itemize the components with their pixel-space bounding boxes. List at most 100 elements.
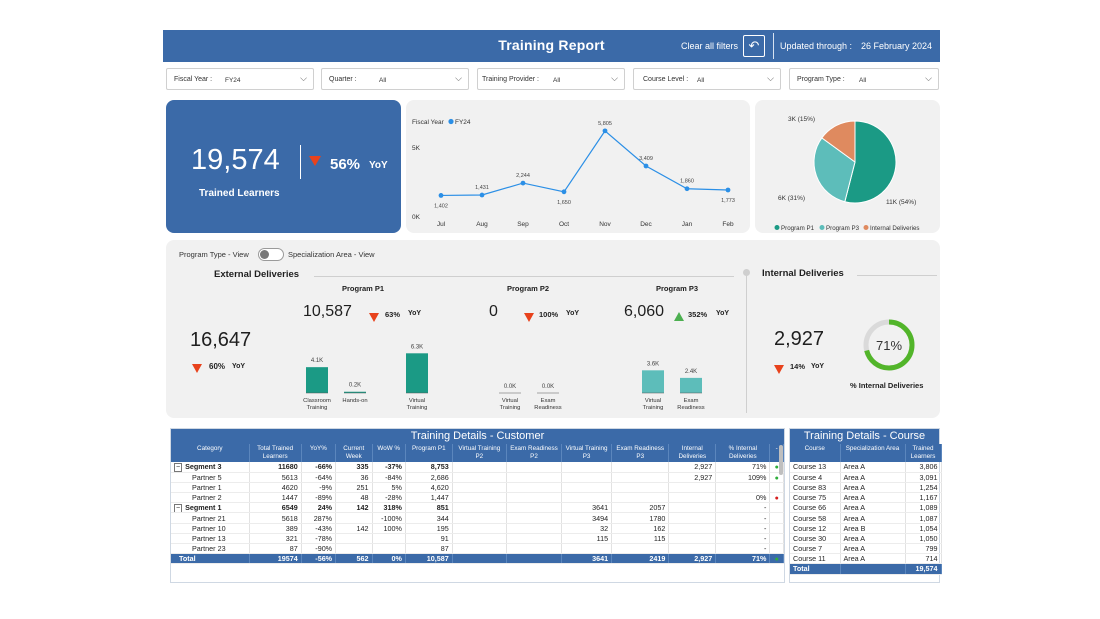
table-row[interactable]: Partner 5 5613 -64% 36 -84% 2,686 2,927 109% ● [171,472,784,483]
table-row[interactable]: Course 13 Area A 3,806 [790,462,942,473]
table-cell: Total [790,563,841,575]
table-cell: 4620 [249,482,302,494]
pie-label-internal: 3K (15%) [788,116,815,123]
table-cell: 1447 [249,492,302,504]
bar[interactable] [306,367,328,393]
pie-label-p3: 6K (31%) [778,195,805,202]
bar[interactable] [680,377,702,393]
table-cell: 87 [249,543,302,555]
legend-dot [448,118,454,125]
table-cell [668,543,717,555]
table-cell: 321 [249,533,302,545]
collapse-icon[interactable]: − [174,463,183,472]
table-cell [452,482,507,494]
table-cell: 87 [405,543,453,555]
updated-date: 26 February 2024 [861,41,933,51]
column-header[interactable]: YoY% [301,444,337,462]
collapse-icon[interactable]: − [174,504,183,512]
column-header[interactable]: Course [790,444,841,462]
table-row[interactable]: − Segment 3 11680 -66% 335 -37% 8,753 2,927 71% ● [171,462,784,473]
column-header[interactable]: WoW % [372,444,406,462]
column-header[interactable]: Virtual Training P2 [452,444,507,462]
table-row[interactable]: Partner 13 321 -78% 91 115 115 - [171,533,784,545]
kpi-value: 19,574 [191,144,280,176]
data-point[interactable] [438,193,444,198]
customer-details-table[interactable]: Training Details - Customer Category Tota… [170,428,785,583]
table-cell: 335 [335,462,373,473]
column-header[interactable]: Exam Readiness P2 [506,444,563,462]
bar[interactable] [406,353,428,393]
filter-training-provider[interactable]: Training Provider : All ⌵ [477,68,625,90]
column-header[interactable]: Category [171,444,250,462]
table-cell: - [715,523,771,534]
status-dot-green: ● [774,556,779,564]
table-row[interactable]: Course 4 Area A 3,091 [790,472,942,483]
column-header[interactable]: % Internal Deliveries [715,444,771,462]
column-header[interactable]: Exam Readiness P3 [611,444,670,462]
table-cell: 2,686 [405,472,453,483]
table-row[interactable]: Course 11 Area A 714 [790,553,942,565]
column-header[interactable]: Trained Learners [905,444,942,462]
internal-deliveries-title: Internal Deliveries [762,268,844,279]
table-row[interactable]: Course 58 Area A 1,087 [790,512,942,524]
updated-label: Updated through : [780,41,853,51]
filter-quarter[interactable]: Quarter : All ⌵ [321,68,469,90]
clear-filters-button[interactable]: Clear all filters [681,41,738,51]
table-cell [668,523,717,534]
filter-fiscal-year[interactable]: Fiscal Year : FY24 ⌵ [166,68,314,90]
table-total-row[interactable]: Total 19,574 [790,563,942,575]
table-cell [769,523,784,534]
table-cell: -100% [372,512,406,524]
table-cell: Area A [840,553,906,565]
table-row[interactable]: Course 7 Area A 799 [790,543,942,555]
table-row[interactable]: Course 66 Area A 1,089 [790,502,942,514]
filter-program-type[interactable]: Program Type : All ⌵ [789,68,939,90]
course-details-table[interactable]: Training Details - Course Course Speciali… [789,428,942,583]
table-row[interactable]: Partner 2 1447 -89% 48 -28% 1,447 0% ● [171,492,784,504]
table-row[interactable]: Partner 21 5618 287% -100% 344 3494 1780 - [171,512,784,524]
table-cell: 115 [611,533,670,545]
column-header[interactable]: Virtual Training P3 [561,444,613,462]
chevron-down-icon: ⌵ [455,73,462,83]
table-cell: 1,050 [905,533,942,545]
table-cell: 5613 [249,472,302,483]
row-label: Partner 21 [171,512,250,524]
bar[interactable] [642,370,664,393]
column-header[interactable]: Total Trained Learners [249,444,302,462]
data-point[interactable] [520,180,526,186]
data-point[interactable] [479,192,485,198]
column-header[interactable]: Specialization Area [840,444,906,462]
table-cell [561,543,613,555]
table-row[interactable]: Course 75 Area A 1,167 [790,492,942,504]
table-row[interactable]: Course 12 Area B 1,054 [790,523,942,534]
table-cell: Area A [840,462,906,473]
trend-down-icon [309,156,321,166]
data-point[interactable] [561,189,567,195]
bar-category-label: Training [500,405,521,411]
table-total-row[interactable]: Total 19574 -56% 562 0% 10,587 3641 2419 2,927 71… [171,553,784,565]
table-scrollbar[interactable] [779,445,783,475]
filter-course-level[interactable]: Course Level : All ⌵ [633,68,781,90]
table-row[interactable]: Course 83 Area A 1,254 [790,482,942,494]
row-label: − Segment 3 [171,462,250,473]
table-row[interactable]: Partner 1 4620 -9% 251 5% 4,620 [171,482,784,494]
table-row[interactable]: Partner 10 389 -43% 142 100% 195 32 162 - [171,523,784,534]
table-row[interactable]: Course 30 Area A 1,050 [790,533,942,545]
table-row[interactable]: − Segment 1 6549 24% 142 318% 851 3641 2057 - [171,502,784,514]
table-cell [840,563,906,575]
undo-icon[interactable]: ↶ [743,35,765,57]
data-point[interactable] [643,163,649,169]
column-header[interactable]: Program P1 [405,444,453,462]
data-point[interactable] [684,186,690,192]
table-cell: - [715,533,771,545]
row-label: Partner 13 [171,533,250,545]
data-point[interactable] [725,187,731,193]
data-point[interactable] [602,128,608,134]
gauge-caption: % Internal Deliveries [850,381,924,390]
table-cell [506,462,563,473]
table-row[interactable]: Partner 23 87 -90% 87- [171,543,784,555]
table-cell [506,492,563,504]
table-cell [769,543,784,555]
column-header[interactable]: Current Week [335,444,373,462]
column-header[interactable]: Internal Deliveries [668,444,717,462]
